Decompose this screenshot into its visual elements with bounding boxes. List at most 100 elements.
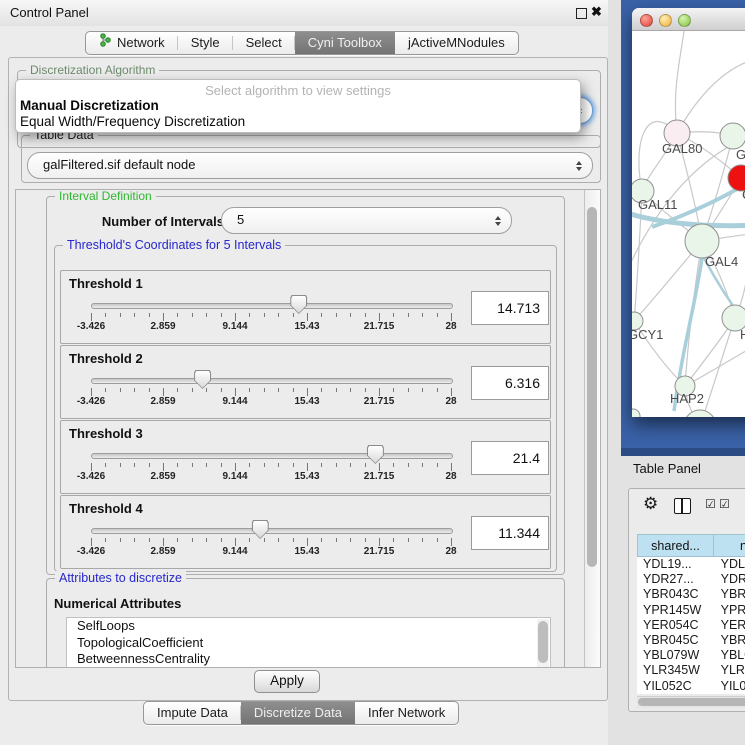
tick-mark — [177, 463, 178, 467]
network-canvas[interactable]: GAL80 GA GAL11 C GAL4 GCY1 H HAP2 — [632, 31, 745, 417]
close-icon[interactable]: ✖ — [591, 4, 602, 20]
tick-mark — [350, 388, 351, 392]
node-label: H — [740, 327, 745, 342]
close-traffic-light-icon[interactable] — [640, 14, 653, 27]
tick-label: 15.43 — [272, 546, 342, 557]
slider-thumb[interactable] — [290, 295, 307, 314]
tab-infer-network[interactable]: Infer Network — [355, 702, 458, 724]
tab-impute-data[interactable]: Impute Data — [144, 702, 241, 724]
tick-mark — [451, 463, 452, 471]
tick-mark — [235, 463, 236, 471]
table-row[interactable]: YLR345WYLR3 — [637, 663, 745, 678]
table-data-combobox[interactable]: galFiltered.sif default node — [27, 152, 593, 179]
threshold-panel: Threshold 2-3.4262.8599.14415.4321.71528… — [60, 345, 551, 419]
node-bottom-left[interactable] — [632, 409, 640, 417]
table-row[interactable]: YBR043CYBR0 — [637, 587, 745, 602]
dropdown-item[interactable]: Equal Width/Frequency Discretization — [20, 114, 245, 129]
table-row[interactable]: YPR145WYPR1 — [637, 603, 745, 618]
tab-label: Infer Network — [368, 702, 445, 724]
tick-mark — [91, 313, 92, 321]
tick-mark — [249, 313, 250, 317]
zoom-traffic-light-icon[interactable] — [678, 14, 691, 27]
tab-network[interactable]: Network — [86, 32, 178, 54]
slider-track[interactable] — [91, 378, 453, 384]
tick-mark — [163, 538, 164, 546]
tick-mark — [120, 538, 121, 542]
tick-mark — [120, 313, 121, 317]
node-label: GAL4 — [705, 254, 738, 269]
table-row[interactable]: YIL052CYIL0 — [637, 679, 745, 694]
tab-discretize-data[interactable]: Discretize Data — [241, 702, 355, 724]
table-row[interactable]: YBR045CYBR0 — [637, 633, 745, 648]
slider-track[interactable] — [91, 528, 453, 534]
tab-jactivemnodules[interactable]: jActiveMNodules — [395, 32, 518, 54]
list-scrollbar-thumb[interactable] — [538, 621, 548, 663]
vertical-scrollbar-thumb[interactable] — [587, 207, 597, 567]
cell-name: YPR1 — [715, 603, 745, 618]
tick-mark — [105, 538, 106, 542]
slider-track[interactable] — [91, 303, 453, 309]
minimize-traffic-light-icon[interactable] — [659, 14, 672, 27]
tick-mark — [293, 313, 294, 317]
column-header-shared-name[interactable]: shared... — [637, 534, 714, 557]
tick-mark — [451, 313, 452, 321]
tick-mark — [192, 388, 193, 392]
number-of-intervals-label: Number of Intervals — [87, 214, 224, 229]
threshold-value-field[interactable]: 11.344 — [471, 516, 549, 550]
node-label: GA — [736, 147, 745, 162]
slider-thumb[interactable] — [194, 370, 211, 389]
table-row[interactable]: YBL079WYBL0 — [637, 648, 745, 663]
tick-mark — [206, 313, 207, 317]
threshold-value-field[interactable]: 21.4 — [471, 441, 549, 475]
checkbox-icon[interactable]: ☑ — [719, 497, 731, 511]
node-gal4[interactable] — [685, 224, 719, 258]
desktop-background: GAL80 GA GAL11 C GAL4 GCY1 H HAP2 — [621, 0, 745, 456]
tick-mark — [321, 538, 322, 542]
horizontal-scrollbar-thumb[interactable] — [638, 698, 745, 706]
float-window-icon[interactable] — [576, 8, 587, 19]
threshold-value-field[interactable]: 14.713 — [471, 291, 549, 325]
cell-name: YIL0 — [715, 679, 745, 694]
node-label: GAL11 — [638, 197, 678, 212]
control-panel: Control Panel ✖ NetworkStyleSelectCyni T… — [0, 0, 620, 745]
tab-select[interactable]: Select — [233, 32, 295, 54]
attributes-group-title: Attributes to discretize — [55, 571, 186, 585]
tick-label: 2.859 — [128, 396, 198, 407]
slider-thumb[interactable] — [367, 445, 384, 464]
node-top-right[interactable] — [720, 123, 745, 149]
table-header-row: shared... na — [637, 534, 745, 557]
slider-track[interactable] — [91, 453, 453, 459]
cell-shared-name: YIL052C — [637, 679, 715, 694]
numerical-attributes-label: Numerical Attributes — [54, 596, 181, 611]
cell-shared-name: YPR145W — [637, 603, 715, 618]
tick-mark — [393, 538, 394, 542]
threshold-value-field[interactable]: 6.316 — [471, 366, 549, 400]
tick-mark — [249, 388, 250, 392]
tick-mark — [163, 313, 164, 321]
tick-mark — [149, 538, 150, 542]
tab-style[interactable]: Style — [178, 32, 233, 54]
list-item[interactable]: SelfLoops — [67, 618, 550, 635]
tab-cyni-toolbox[interactable]: Cyni Toolbox — [295, 32, 395, 54]
cell-name: YBR0 — [715, 587, 745, 602]
algorithm-group-title: Discretization Algorithm — [26, 63, 159, 77]
apply-button[interactable]: Apply — [254, 670, 320, 693]
number-of-intervals-combobox[interactable]: 5 — [221, 207, 512, 234]
tick-mark — [437, 538, 438, 542]
tick-mark — [278, 463, 279, 467]
list-item[interactable]: TopologicalCoefficient — [67, 635, 550, 652]
dropdown-item[interactable]: Manual Discretization — [20, 98, 159, 113]
list-item[interactable]: BetweennessCentrality — [67, 651, 550, 668]
node-bottom[interactable] — [684, 410, 716, 417]
gear-icon[interactable]: ⚙ — [643, 494, 658, 514]
slider-thumb[interactable] — [252, 520, 269, 539]
table-row[interactable]: YDL19...YDL1 — [637, 557, 745, 572]
column-header-name[interactable]: na — [714, 534, 745, 557]
checkbox-icon[interactable]: ☑ — [705, 497, 717, 511]
tick-mark — [422, 313, 423, 317]
table-row[interactable]: YER054CYER0 — [637, 618, 745, 633]
table-row[interactable]: YDR27...YDR2 — [637, 572, 745, 587]
table-panel-title: Table Panel — [633, 461, 701, 476]
split-columns-icon[interactable] — [674, 498, 691, 514]
tick-mark — [177, 313, 178, 317]
